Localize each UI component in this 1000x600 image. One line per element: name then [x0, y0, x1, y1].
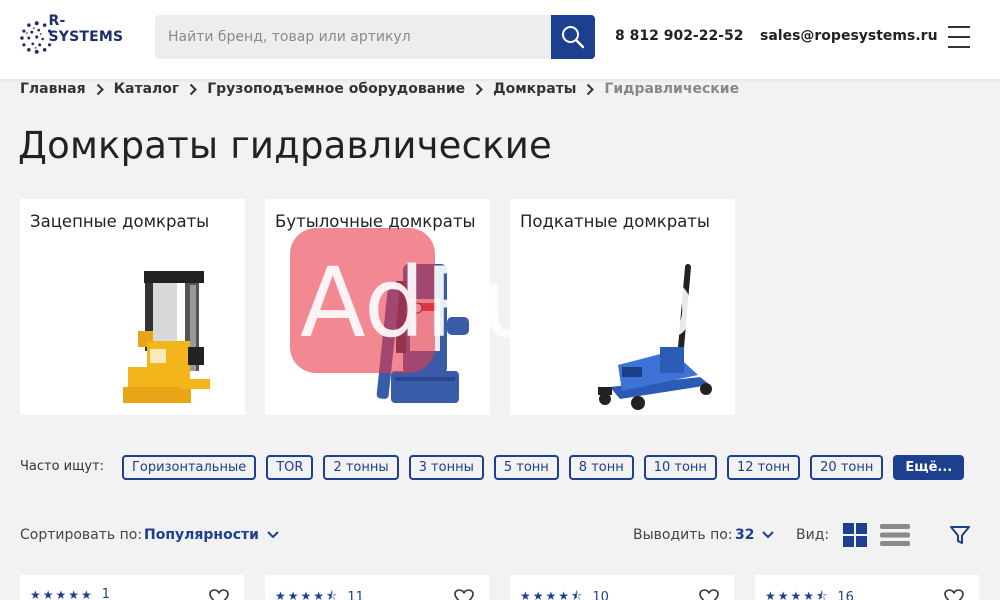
header-email[interactable]: sales@ropesystems.ru: [760, 28, 938, 44]
chip-8-tons[interactable]: 8 тонн: [568, 455, 634, 480]
category-card-hook-jacks[interactable]: Зацепные домкраты: [20, 199, 245, 415]
logo-text: R-SYSTEMS: [48, 13, 124, 45]
review-count: 16: [837, 590, 854, 600]
chip-12-tons[interactable]: 12 тонн: [726, 455, 801, 480]
grid-view-icon[interactable]: [843, 523, 867, 547]
star-icons: ★★★★⯪: [765, 589, 830, 600]
filter-icon[interactable]: [949, 524, 971, 546]
logo-mark-icon: [20, 21, 52, 54]
header-phone[interactable]: 8 812 902-22-52: [615, 28, 744, 44]
star-icons: ★★★★⯪: [275, 589, 340, 600]
site-header: R-SYSTEMS 8 812 902-22-52 sales@ropesyst…: [0, 0, 1000, 79]
review-count: 11: [347, 590, 364, 600]
sort-value: Популярности: [144, 527, 259, 543]
view-label: Вид:: [796, 527, 830, 543]
review-count: 10: [592, 590, 609, 600]
star-icons: ★★★★⯪: [520, 589, 585, 600]
review-count: 1: [101, 587, 111, 600]
sort-dropdown[interactable]: Популярности: [144, 527, 280, 543]
rating-stars: ★★★★⯪ 16: [765, 587, 854, 600]
category-card-title: Бутылочные домкраты: [275, 212, 476, 231]
per-page-label: Выводить по:: [633, 527, 733, 543]
search-field[interactable]: [155, 15, 551, 59]
heart-icon[interactable]: [699, 589, 719, 600]
product-card[interactable]: ★★★★⯪ 10: [510, 575, 734, 600]
chip-more-button[interactable]: Ещё...: [893, 455, 965, 480]
frequent-search-chips: Горизонтальные TOR 2 тонны 3 тонны 5 тон…: [122, 455, 965, 480]
rating-stars: ★★★★⯪ 10: [520, 587, 609, 600]
chevron-down-icon: [267, 531, 279, 539]
category-card-bottle-jacks[interactable]: Бутылочные домкраты: [265, 199, 490, 415]
site-logo[interactable]: R-SYSTEMS: [19, 13, 139, 59]
page-title: Домкраты гидравлические: [18, 124, 552, 167]
per-page-value: 32: [735, 527, 755, 543]
category-card-title: Зацепные домкраты: [30, 212, 210, 231]
heart-icon[interactable]: [454, 589, 474, 600]
frequent-searches-label: Часто ищут:: [20, 459, 105, 474]
chip-10-tons[interactable]: 10 тонн: [643, 455, 717, 480]
chip-5-tons[interactable]: 5 тонн: [493, 455, 559, 480]
product-card[interactable]: ★★★★⯪ 11: [265, 575, 489, 600]
chevron-right-icon: [189, 83, 198, 96]
breadcrumb-item-catalog[interactable]: Каталог: [114, 81, 180, 97]
chevron-right-icon: [586, 83, 595, 96]
heart-icon[interactable]: [209, 589, 229, 600]
heart-icon[interactable]: [944, 589, 964, 600]
chip-3-tons[interactable]: 3 тонны: [408, 455, 484, 480]
category-card-title: Подкатные домкраты: [520, 212, 710, 231]
search-button[interactable]: [551, 15, 595, 59]
chip-2-tons[interactable]: 2 тонны: [323, 455, 399, 480]
list-view-icon[interactable]: [880, 523, 910, 547]
breadcrumb-item-jacks[interactable]: Домкраты: [493, 81, 576, 97]
chevron-right-icon: [96, 83, 104, 96]
sort-label: Сортировать по:: [20, 527, 143, 543]
chip-horizontal[interactable]: Горизонтальные: [122, 455, 257, 480]
product-card[interactable]: ★★★★⯪ 16: [755, 575, 979, 600]
rating-stars: ★★★★⯪ 11: [275, 587, 364, 600]
breadcrumb-item-home[interactable]: Главная: [20, 81, 86, 97]
breadcrumb: Главная Каталог Грузоподъемное оборудова…: [20, 80, 739, 98]
hook-jack-image: [123, 271, 210, 403]
rating-stars: ★★★★★ 1: [30, 587, 110, 600]
star-icons: ★★★★★: [30, 587, 94, 600]
breadcrumb-item-current: Гидравлические: [604, 81, 740, 97]
hamburger-menu-icon[interactable]: [948, 26, 972, 48]
floor-jack-image: [598, 264, 712, 410]
bottle-jack-image: [376, 264, 469, 403]
category-card-floor-jacks[interactable]: Подкатные домкраты: [510, 199, 735, 415]
chevron-down-icon: [762, 531, 775, 539]
breadcrumb-item-lifting[interactable]: Грузоподъемное оборудование: [207, 81, 465, 97]
search-icon: [562, 26, 585, 49]
product-card[interactable]: ★★★★★ 1: [20, 575, 244, 600]
search-input[interactable]: [168, 29, 551, 45]
chip-tor[interactable]: TOR: [266, 455, 314, 480]
chip-20-tons[interactable]: 20 тонн: [810, 455, 884, 480]
chevron-right-icon: [475, 83, 484, 96]
per-page-dropdown[interactable]: 32: [735, 527, 775, 543]
